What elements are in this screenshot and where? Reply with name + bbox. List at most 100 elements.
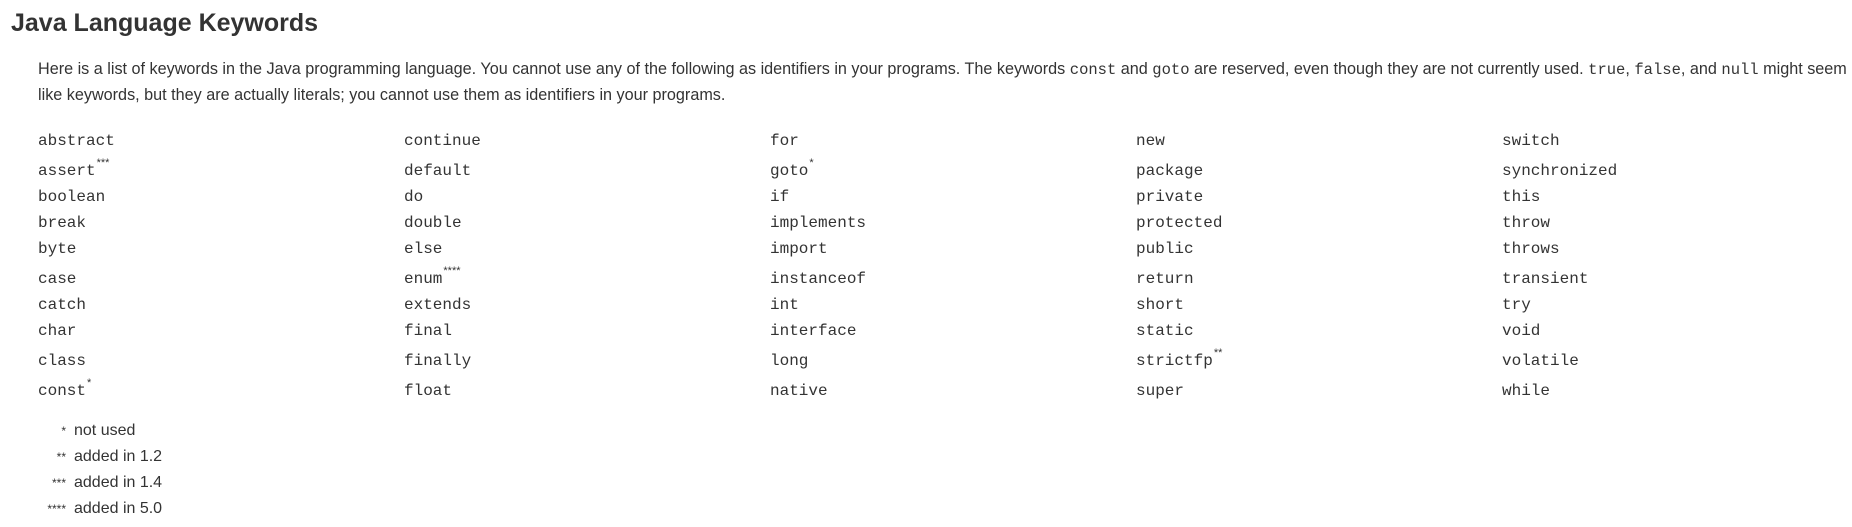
keyword: case	[38, 270, 77, 288]
code-literal: true	[1588, 61, 1626, 79]
keyword-cell: float	[404, 370, 770, 400]
footnotes-table: * not used ** added in 1.2 *** added in 1.4 **…	[38, 418, 162, 522]
keyword-cell: class	[38, 340, 404, 370]
keyword: super	[1136, 382, 1185, 400]
keyword-cell: catch	[38, 288, 404, 314]
keyword-cell: transient	[1502, 258, 1702, 288]
keyword: finally	[404, 352, 472, 370]
code-keyword: const	[1069, 61, 1117, 79]
footnote-marker: ****	[47, 502, 66, 516]
keyword: new	[1136, 132, 1165, 150]
keyword-cell: char	[38, 314, 404, 340]
keyword-cell: while	[1502, 370, 1702, 400]
keyword: enum	[404, 270, 443, 288]
keyword-cell: native	[770, 370, 1136, 400]
keyword: static	[1136, 322, 1194, 340]
keyword: implements	[770, 214, 867, 232]
keyword: abstract	[38, 132, 115, 150]
keyword: volatile	[1502, 352, 1579, 370]
keyword: for	[770, 132, 799, 150]
keyword: public	[1136, 240, 1194, 258]
keyword: import	[770, 240, 828, 258]
keyword-cell: assert***	[38, 150, 404, 181]
keywords-table: abstract continue for new switch assert*** def…	[38, 124, 1702, 400]
keyword-row: class finally long strictfp** volatile	[38, 340, 1702, 371]
keyword-cell: import	[770, 232, 1136, 258]
keyword-cell: final	[404, 314, 770, 340]
keyword-cell: do	[404, 180, 770, 206]
keyword-cell: implements	[770, 206, 1136, 232]
keyword-cell: package	[1136, 150, 1502, 180]
footnote-text: added in 5.0	[74, 500, 163, 517]
footnote-marker: ***	[96, 157, 110, 169]
footnote-row: ** added in 1.2	[38, 444, 162, 470]
keyword: while	[1502, 382, 1551, 400]
keyword: synchronized	[1502, 162, 1618, 180]
keyword-cell: if	[770, 180, 1136, 206]
keyword-row: assert*** default goto* package synchronized	[38, 150, 1702, 181]
footnote-marker: *	[809, 157, 814, 169]
keyword-row: byte else import public throws	[38, 232, 1702, 258]
footnote-text: not used	[74, 422, 136, 439]
keyword: assert	[38, 162, 96, 180]
keyword: goto	[770, 162, 809, 180]
keyword-cell: protected	[1136, 206, 1502, 232]
keyword-cell: interface	[770, 314, 1136, 340]
intro-text: are reserved, even though they are not c…	[1189, 60, 1589, 78]
keyword-cell: private	[1136, 180, 1502, 206]
intro-paragraph: Here is a list of keywords in the Java p…	[38, 57, 1848, 108]
keyword-cell: const*	[38, 370, 404, 401]
keyword: boolean	[38, 188, 106, 206]
keyword-cell: return	[1136, 258, 1502, 288]
keyword-cell: public	[1136, 232, 1502, 258]
keyword-cell: long	[770, 340, 1136, 370]
footnote-marker: ***	[51, 476, 66, 490]
footnote-text: added in 1.2	[74, 448, 163, 465]
keyword-row: catch extends int short try	[38, 288, 1702, 314]
keyword-cell: abstract	[38, 124, 404, 150]
keyword: this	[1502, 188, 1541, 206]
keyword-cell: this	[1502, 180, 1702, 206]
keyword: const	[38, 382, 87, 400]
keyword: transient	[1502, 270, 1589, 288]
keyword-cell: case	[38, 258, 404, 288]
intro-text: and	[1116, 60, 1153, 78]
footnote-row: *** added in 1.4	[38, 470, 162, 496]
keyword-cell: for	[770, 124, 1136, 150]
keyword-row: boolean do if private this	[38, 180, 1702, 206]
keyword: throws	[1502, 240, 1560, 258]
keyword-cell: byte	[38, 232, 404, 258]
keyword-cell: void	[1502, 314, 1702, 340]
keyword-cell: extends	[404, 288, 770, 314]
keyword-cell: short	[1136, 288, 1502, 314]
keyword-cell: continue	[404, 124, 770, 150]
keyword-cell: else	[404, 232, 770, 258]
keyword: char	[38, 322, 77, 340]
keyword: void	[1502, 322, 1541, 340]
keyword: continue	[404, 132, 481, 150]
intro-text: , and	[1680, 60, 1722, 78]
code-literal: false	[1634, 61, 1681, 79]
keyword-row: char final interface static void	[38, 314, 1702, 340]
footnote-row: **** added in 5.0	[38, 496, 162, 522]
keyword-cell: strictfp**	[1136, 340, 1502, 371]
keyword-row: const* float native super while	[38, 370, 1702, 401]
keyword: instanceof	[770, 270, 867, 288]
keyword-cell: finally	[404, 340, 770, 370]
keyword: float	[404, 382, 453, 400]
keyword: try	[1502, 296, 1531, 314]
keyword: do	[404, 188, 424, 206]
keyword: catch	[38, 296, 87, 314]
keyword-row: case enum**** instanceof return transient	[38, 258, 1702, 289]
keyword: short	[1136, 296, 1185, 314]
keyword-cell: default	[404, 150, 770, 180]
keyword: break	[38, 214, 87, 232]
keyword: double	[404, 214, 462, 232]
keyword-cell: break	[38, 206, 404, 232]
keyword-cell: try	[1502, 288, 1702, 314]
footnote-marker: *	[61, 424, 66, 438]
keyword: return	[1136, 270, 1194, 288]
keyword: throw	[1502, 214, 1551, 232]
footnote-text: added in 1.4	[74, 474, 163, 491]
keyword: default	[404, 162, 472, 180]
